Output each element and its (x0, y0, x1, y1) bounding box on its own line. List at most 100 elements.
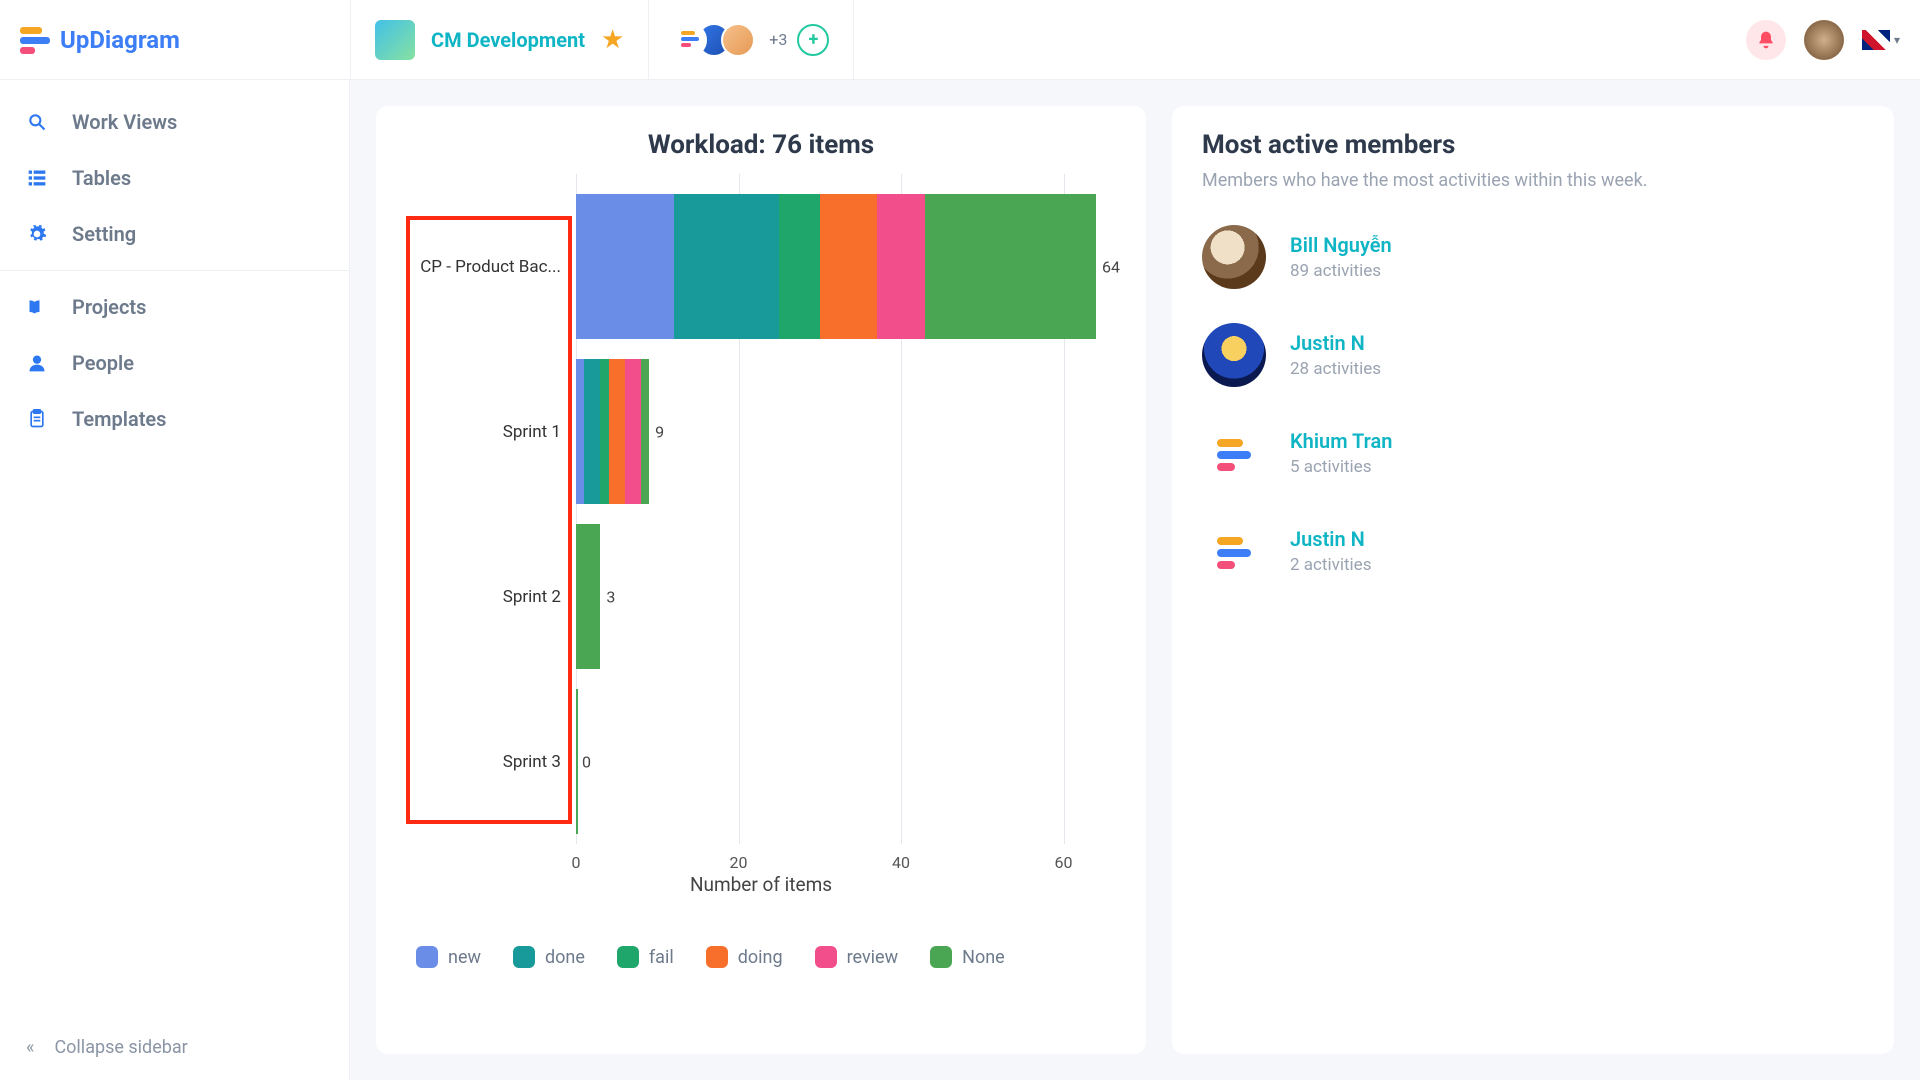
sidebar-item-people[interactable]: People (0, 335, 349, 391)
search-icon (26, 111, 48, 133)
highlight-box (406, 216, 572, 824)
avatar-stack[interactable] (673, 23, 755, 57)
active-members-panel: Most active members Members who have the… (1172, 106, 1894, 1054)
bar-segment-new[interactable] (576, 359, 584, 504)
x-tick: 20 (730, 853, 748, 872)
user-avatar[interactable] (1804, 20, 1844, 60)
sidebar-item-label: People (72, 351, 134, 375)
bar-segment-None[interactable] (576, 524, 600, 669)
language-switcher[interactable]: ▾ (1862, 30, 1900, 50)
member-activities: 5 activities (1290, 457, 1392, 477)
legend-label: done (545, 947, 585, 968)
chart-bar-row (576, 359, 649, 504)
bar-value-label: 0 (582, 752, 591, 771)
legend-label: review (847, 947, 899, 968)
member-name[interactable]: Justin N (1290, 331, 1381, 355)
collapse-sidebar-button[interactable]: « Collapse sidebar (0, 1015, 349, 1080)
chevron-down-icon: ▾ (1894, 33, 1900, 47)
header: UpDiagram CM Development ★ +3 + (0, 0, 1920, 80)
bar-segment-None[interactable] (641, 359, 649, 504)
legend-label: new (448, 947, 481, 968)
sidebar-item-templates[interactable]: Templates (0, 391, 349, 447)
person-icon (26, 352, 48, 374)
member-row[interactable]: Bill Nguyễn 89 activities (1202, 225, 1864, 289)
member-avatar (1202, 323, 1266, 387)
content: Workload: 76 items CP - Product Bac...Sp… (350, 80, 1920, 1080)
legend-label: fail (649, 947, 674, 968)
bar-segment-doing[interactable] (820, 194, 877, 339)
legend-item-done[interactable]: done (513, 946, 585, 968)
member-avatar (1202, 225, 1266, 289)
sidebar-item-setting[interactable]: Setting (0, 206, 349, 262)
x-tick: 40 (892, 853, 910, 872)
notifications-icon[interactable] (1746, 20, 1786, 60)
workload-chart-panel: Workload: 76 items CP - Product Bac...Sp… (376, 106, 1146, 1054)
project-avatar-icon (375, 20, 415, 60)
bar-value-label: 64 (1102, 257, 1120, 276)
bar-segment-fail[interactable] (779, 194, 820, 339)
chart-title: Workload: 76 items (406, 130, 1116, 160)
flag-uk-icon (1862, 30, 1890, 50)
legend-item-new[interactable]: new (416, 946, 481, 968)
sidebar-item-label: Templates (72, 407, 166, 431)
member-name[interactable]: Khium Tran (1290, 429, 1392, 453)
legend-swatch (930, 946, 952, 968)
star-icon[interactable]: ★ (601, 25, 624, 55)
add-member-button[interactable]: + (797, 24, 829, 56)
sidebar-item-work-views[interactable]: Work Views (0, 94, 349, 150)
legend-label: None (962, 947, 1005, 968)
member-activities: 2 activities (1290, 555, 1371, 575)
x-axis-title: Number of items (406, 873, 1116, 896)
bar-segment-fail[interactable] (600, 359, 608, 504)
book-icon (26, 296, 48, 318)
project-block[interactable]: CM Development ★ (350, 0, 649, 79)
member-row[interactable]: Khium Tran 5 activities (1202, 421, 1864, 485)
project-title: CM Development (431, 28, 585, 52)
brand-logo[interactable]: UpDiagram (20, 25, 350, 55)
clipboard-icon (26, 408, 48, 430)
legend-swatch (513, 946, 535, 968)
bar-segment-None[interactable] (576, 689, 578, 834)
members-subtitle: Members who have the most activities wit… (1202, 170, 1864, 191)
bar-segment-doing[interactable] (609, 359, 625, 504)
member-activities: 89 activities (1290, 261, 1392, 281)
x-tick: 0 (572, 853, 581, 872)
sidebar-item-tables[interactable]: Tables (0, 150, 349, 206)
brand-logo-icon (20, 25, 50, 55)
legend-item-doing[interactable]: doing (706, 946, 783, 968)
bar-segment-review[interactable] (877, 194, 926, 339)
member-row[interactable]: Justin N 2 activities (1202, 519, 1864, 583)
member-avatar (1202, 519, 1266, 583)
sidebar-item-label: Tables (72, 166, 131, 190)
legend-swatch (416, 946, 438, 968)
chevron-double-left-icon: « (26, 1037, 34, 1058)
bar-segment-done[interactable] (674, 194, 780, 339)
members-title: Most active members (1202, 130, 1864, 160)
chart-bar-row (576, 194, 1096, 339)
legend-item-review[interactable]: review (815, 946, 899, 968)
chart-bar-row (576, 524, 600, 669)
legend-item-fail[interactable]: fail (617, 946, 674, 968)
bar-segment-review[interactable] (625, 359, 641, 504)
member-name[interactable]: Bill Nguyễn (1290, 233, 1392, 257)
bar-value-label: 3 (606, 587, 615, 606)
header-right: ▾ (1746, 20, 1900, 60)
members-block: +3 + (649, 0, 854, 79)
legend-label: doing (738, 947, 783, 968)
sidebar-item-label: Work Views (72, 110, 177, 134)
legend-swatch (706, 946, 728, 968)
members-overflow[interactable]: +3 (769, 30, 787, 49)
sidebar-item-label: Projects (72, 295, 146, 319)
bar-segment-done[interactable] (584, 359, 600, 504)
member-row[interactable]: Justin N 28 activities (1202, 323, 1864, 387)
bar-segment-None[interactable] (925, 194, 1096, 339)
member-activities: 28 activities (1290, 359, 1381, 379)
gear-icon (26, 223, 48, 245)
legend-item-None[interactable]: None (930, 946, 1005, 968)
bar-segment-new[interactable] (576, 194, 674, 339)
plot-region: 64930 0204060 (576, 174, 1096, 844)
member-avatar (1202, 421, 1266, 485)
member-name[interactable]: Justin N (1290, 527, 1371, 551)
sidebar-item-projects[interactable]: Projects (0, 279, 349, 335)
chart-legend: new done fail doing review None (406, 946, 1116, 968)
